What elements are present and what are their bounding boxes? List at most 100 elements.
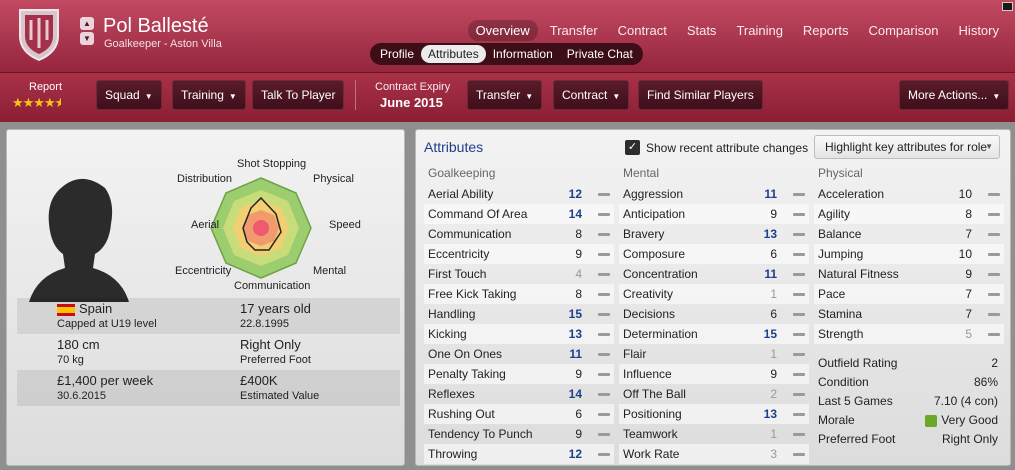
attribute-row[interactable]: Off The Ball 2	[619, 384, 809, 404]
attribute-row[interactable]: Reflexes 14	[424, 384, 614, 404]
attribute-value: 9	[770, 207, 777, 221]
attribute-row[interactable]: Rushing Out 6	[424, 404, 614, 424]
attribute-row[interactable]: Bravery 13	[619, 224, 809, 244]
previous-player-button[interactable]: ▲	[80, 17, 94, 30]
caps-info: Capped at U19 level	[57, 318, 157, 330]
attribute-name: Acceleration	[818, 187, 885, 201]
no-change-icon	[988, 333, 1000, 336]
attribute-row[interactable]: Natural Fitness 9	[814, 264, 1004, 284]
attribute-name: Handling	[428, 307, 476, 321]
attribute-value: 3	[770, 447, 777, 461]
attribute-row[interactable]: Flair 1	[619, 344, 809, 364]
attribute-row[interactable]: Communication 8	[424, 224, 614, 244]
attribute-value: 11	[569, 347, 582, 361]
attribute-row[interactable]: Aerial Ability 12	[424, 184, 614, 204]
attribute-name: Throwing	[428, 447, 478, 461]
attribute-row[interactable]: Tendency To Punch 9	[424, 424, 614, 444]
window-toggle-icon[interactable]	[1002, 2, 1013, 11]
attribute-row[interactable]: Anticipation 9	[619, 204, 809, 224]
wage: £1,400 per week	[57, 373, 154, 388]
no-change-icon	[793, 233, 805, 236]
no-change-icon	[793, 253, 805, 256]
polar-label-communication: Communication	[234, 280, 311, 292]
attribute-row[interactable]: Composure 6	[619, 244, 809, 264]
attribute-value: 8	[965, 207, 972, 221]
tab-contract[interactable]: Contract	[610, 20, 675, 41]
attribute-row[interactable]: First Touch 4	[424, 264, 614, 284]
tab-overview[interactable]: Overview	[467, 20, 538, 41]
tab-reports[interactable]: Reports	[795, 20, 857, 41]
attribute-row[interactable]: Influence 9	[619, 364, 809, 384]
attribute-row[interactable]: Throwing 12	[424, 444, 614, 464]
attribute-row[interactable]: Positioning 13	[619, 404, 809, 424]
attribute-row[interactable]: Aggression 11	[619, 184, 809, 204]
show-changes-checkbox[interactable]: ✓	[625, 140, 640, 155]
contract-button[interactable]: Contract ▼	[553, 80, 630, 110]
attribute-row[interactable]: Strength 5	[814, 324, 1004, 344]
attribute-name: Eccentricity	[428, 247, 490, 261]
tab-history[interactable]: History	[951, 20, 1007, 41]
attribute-row[interactable]: Acceleration 10	[814, 184, 1004, 204]
attribute-row[interactable]: Balance 7	[814, 224, 1004, 244]
attribute-value: 14	[568, 387, 582, 401]
goalkeeping-header: Goalkeeping	[428, 166, 496, 180]
attribute-row[interactable]: Teamwork 1	[619, 424, 809, 444]
attribute-row[interactable]: Decisions 6	[619, 304, 809, 324]
attribute-row[interactable]: Kicking 13	[424, 324, 614, 344]
goalkeeping-column: Goalkeeping Aerial Ability 12 Command Of A…	[424, 166, 614, 464]
attribute-row[interactable]: Handling 15	[424, 304, 614, 324]
subtab-attributes[interactable]: Attributes	[421, 45, 486, 63]
tab-comparison[interactable]: Comparison	[860, 20, 946, 41]
attribute-row[interactable]: Command Of Area 14	[424, 204, 614, 224]
attribute-value: 14	[568, 207, 582, 221]
extra-foot-value: Right Only	[941, 432, 998, 446]
attribute-row[interactable]: Agility 8	[814, 204, 1004, 224]
report-stars-icon[interactable]: ★★★★★	[12, 95, 61, 111]
attribute-row[interactable]: Stamina 7	[814, 304, 1004, 324]
club-crest-icon	[19, 9, 59, 62]
talk-to-player-button[interactable]: Talk To Player	[252, 80, 345, 110]
attribute-row[interactable]: One On Ones 11	[424, 344, 614, 364]
outfield-rating-value: 2	[991, 356, 998, 370]
no-change-icon	[988, 233, 1000, 236]
attribute-value: 11	[764, 267, 777, 281]
physical-header: Physical	[818, 166, 863, 180]
training-button[interactable]: Training ▼	[172, 80, 246, 110]
morale-value: Very Good	[941, 413, 998, 427]
attribute-row[interactable]: Jumping 10	[814, 244, 1004, 264]
subtab-information[interactable]: Information	[486, 45, 560, 63]
subtab-private-chat[interactable]: Private Chat	[560, 45, 640, 63]
no-change-icon	[988, 193, 1000, 196]
transfer-button[interactable]: Transfer ▼	[467, 80, 543, 110]
last5-value: 7.10 (4 con)	[933, 394, 998, 408]
attribute-name: Anticipation	[623, 207, 686, 221]
attribute-row[interactable]: Penalty Taking 9	[424, 364, 614, 384]
tab-stats[interactable]: Stats	[679, 20, 725, 41]
attribute-row[interactable]: Eccentricity 9	[424, 244, 614, 264]
next-player-button[interactable]: ▼	[80, 32, 94, 45]
squad-button[interactable]: Squad ▼	[96, 80, 162, 110]
attribute-name: Decisions	[623, 307, 676, 321]
tab-training[interactable]: Training	[728, 20, 790, 41]
attribute-name: Penalty Taking	[428, 367, 506, 381]
attribute-value: 7	[965, 307, 972, 321]
polar-label-shot-stopping: Shot Stopping	[237, 158, 307, 170]
attribute-name: Command Of Area	[428, 207, 528, 221]
attribute-name: Determination	[623, 327, 698, 341]
find-similar-players-button[interactable]: Find Similar Players	[638, 80, 763, 110]
attribute-row[interactable]: Pace 7	[814, 284, 1004, 304]
tab-transfer[interactable]: Transfer	[542, 20, 606, 41]
subtab-profile[interactable]: Profile	[373, 45, 421, 63]
attribute-row[interactable]: Concentration 11	[619, 264, 809, 284]
polar-label-mental: Mental	[313, 265, 347, 277]
attribute-row[interactable]: Work Rate 3	[619, 444, 809, 464]
more-actions-button[interactable]: More Actions... ▼	[899, 80, 1010, 110]
attribute-row[interactable]: Free Kick Taking 8	[424, 284, 614, 304]
attribute-name: Pace	[818, 287, 846, 301]
attribute-name: Tendency To Punch	[428, 427, 533, 441]
attribute-row[interactable]: Determination 15	[619, 324, 809, 344]
attribute-value: 12	[568, 187, 582, 201]
attribute-row[interactable]: Creativity 1	[619, 284, 809, 304]
highlight-role-dropdown[interactable]: Highlight key attributes for role ▼	[814, 135, 1000, 159]
condition-value: 86%	[973, 375, 998, 389]
